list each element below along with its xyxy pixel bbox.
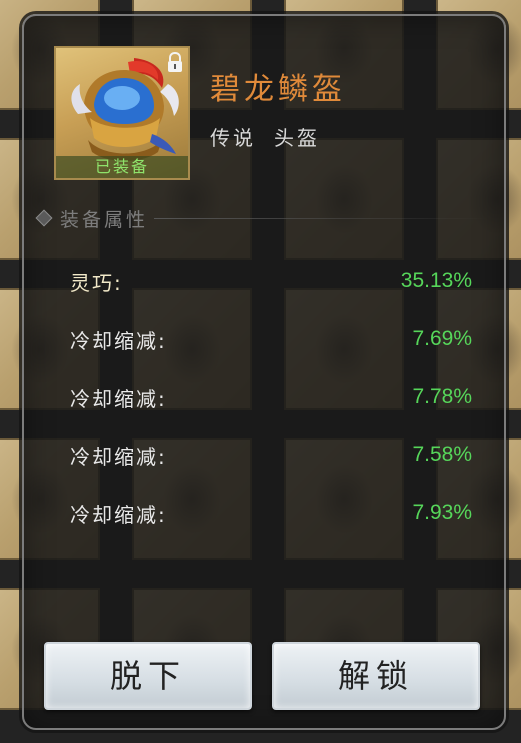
- lock-icon[interactable]: [166, 52, 184, 74]
- attribute-row: 冷却缩减: 7.93%: [70, 484, 472, 542]
- attribute-row: 冷却缩减: 7.69%: [70, 310, 472, 368]
- attribute-row: 冷却缩减: 7.78%: [70, 368, 472, 426]
- attribute-value: 7.58%: [412, 443, 472, 466]
- item-icon-frame: 已装备: [54, 46, 190, 180]
- equipped-badge: 已装备: [56, 156, 188, 178]
- item-rarity: 传说: [210, 126, 256, 150]
- attribute-value: 7.93%: [412, 501, 472, 524]
- attribute-value: 7.69%: [412, 327, 472, 350]
- attribute-list: 灵巧: 35.13% 冷却缩减: 7.69% 冷却缩减: 7.78% 冷却缩减:…: [70, 252, 472, 542]
- attribute-label: 冷却缩减:: [70, 386, 167, 411]
- unequip-button[interactable]: 脱下: [44, 642, 252, 710]
- item-tooltip-panel: 已装备 碧龙鳞盔 传说 头盔 装备属性 灵巧: 35.13% 冷却缩减: 7.69…: [22, 14, 506, 730]
- attributes-section-header: 装备属性: [35, 204, 488, 232]
- attribute-label: 冷却缩减:: [70, 444, 167, 469]
- attribute-label: 灵巧:: [70, 270, 123, 295]
- game-screen: 已装备 碧龙鳞盔 传说 头盔 装备属性 灵巧: 35.13% 冷却缩减: 7.69…: [0, 0, 521, 743]
- attribute-value: 35.13%: [400, 269, 472, 292]
- unlock-button[interactable]: 解锁: [272, 642, 480, 710]
- attribute-row: 灵巧: 35.13%: [70, 252, 472, 310]
- attribute-label: 冷却缩减:: [70, 328, 167, 353]
- section-title: 装备属性: [60, 208, 149, 231]
- attribute-value: 7.78%: [412, 385, 472, 408]
- attribute-row: 冷却缩减: 7.58%: [70, 426, 472, 484]
- item-type: 传说 头盔: [210, 122, 320, 151]
- diamond-icon: [35, 209, 53, 227]
- attribute-label: 冷却缩减:: [70, 502, 167, 527]
- section-divider: [154, 217, 488, 219]
- item-name: 碧龙鳞盔: [210, 72, 346, 107]
- item-slot: 头盔: [274, 126, 320, 150]
